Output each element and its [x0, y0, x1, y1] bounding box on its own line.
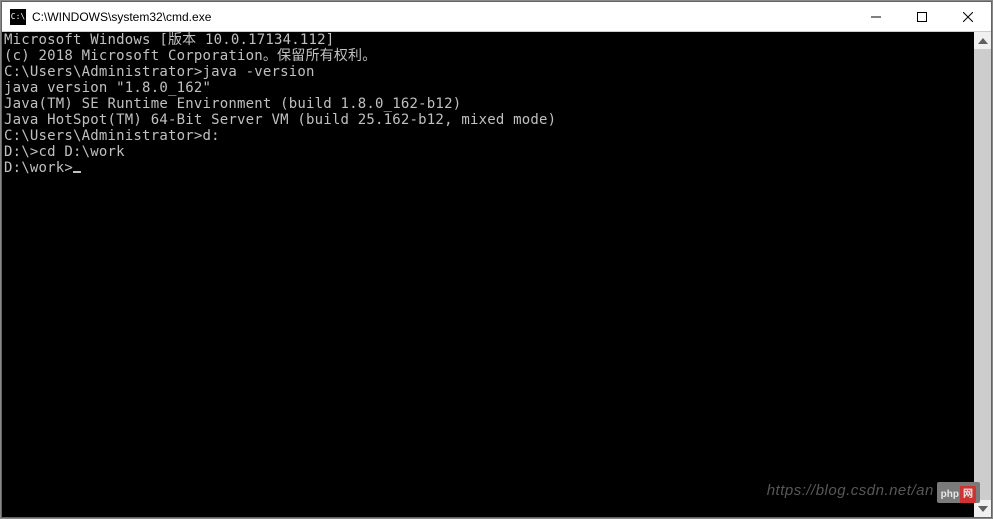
- scroll-down-button[interactable]: [974, 500, 991, 517]
- maximize-button[interactable]: [899, 2, 945, 31]
- console-line: (c) 2018 Microsoft Corporation。保留所有权利。: [4, 48, 974, 64]
- scroll-thumb[interactable]: [974, 49, 991, 500]
- console-output[interactable]: Microsoft Windows [版本 10.0.17134.112](c)…: [2, 32, 974, 517]
- window-title: C:\WINDOWS\system32\cmd.exe: [32, 10, 853, 24]
- scroll-up-button[interactable]: [974, 32, 991, 49]
- console-line: C:\Users\Administrator>java -version: [4, 64, 974, 80]
- cursor: [73, 171, 81, 173]
- console-line: C:\Users\Administrator>d:: [4, 128, 974, 144]
- cmd-icon: C:\: [10, 9, 26, 25]
- scroll-track[interactable]: [974, 49, 991, 500]
- console-line: D:\>cd D:\work: [4, 144, 974, 160]
- minimize-button[interactable]: [853, 2, 899, 31]
- titlebar[interactable]: C:\ C:\WINDOWS\system32\cmd.exe: [2, 2, 991, 32]
- console-line: Microsoft Windows [版本 10.0.17134.112]: [4, 32, 974, 48]
- console-line: java version "1.8.0_162": [4, 80, 974, 96]
- cmd-window: C:\ C:\WINDOWS\system32\cmd.exe Microsof…: [1, 1, 992, 518]
- console-area: Microsoft Windows [版本 10.0.17134.112](c)…: [2, 32, 991, 517]
- vertical-scrollbar[interactable]: [974, 32, 991, 517]
- window-controls: [853, 2, 991, 31]
- console-line: Java(TM) SE Runtime Environment (build 1…: [4, 96, 974, 112]
- console-line: Java HotSpot(TM) 64-Bit Server VM (build…: [4, 112, 974, 128]
- console-line: D:\work>: [4, 160, 974, 176]
- close-button[interactable]: [945, 2, 991, 31]
- cmd-icon-text: C:\: [11, 12, 25, 21]
